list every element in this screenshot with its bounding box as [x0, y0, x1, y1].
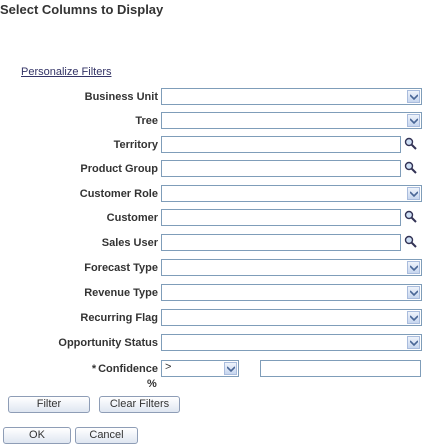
opportunity-status-label: Opportunity Status [58, 337, 158, 349]
percent-unit: % [147, 378, 157, 390]
filter-button[interactable]: Filter [8, 396, 90, 413]
product-group-row: Product Group [0, 160, 440, 177]
territory-row: Territory [0, 136, 440, 153]
chevron-down-icon[interactable] [407, 187, 420, 200]
chevron-down-icon[interactable] [407, 311, 420, 324]
territory-label: Territory [113, 139, 158, 151]
business-unit-label: Business Unit [84, 91, 158, 103]
ok-button[interactable]: OK [3, 427, 71, 444]
lookup-icon[interactable] [404, 161, 418, 175]
chevron-down-icon[interactable] [407, 261, 420, 274]
confidence-value-input[interactable] [260, 360, 421, 377]
lookup-icon[interactable] [404, 235, 418, 249]
confidence-operator-select[interactable]: > [161, 360, 239, 377]
forecast-type-row: Forecast Type [0, 259, 440, 276]
recurring-flag-label: Recurring Flag [80, 312, 158, 324]
customer-role-select[interactable] [161, 185, 422, 202]
clear-filters-button[interactable]: Clear Filters [99, 396, 180, 413]
revenue-type-select[interactable] [161, 284, 422, 301]
revenue-type-label: Revenue Type [84, 287, 158, 299]
page-title: Select Columns to Display [0, 2, 164, 17]
territory-input[interactable] [161, 136, 401, 153]
personalize-filters-link[interactable]: Personalize Filters [21, 66, 111, 78]
confidence-label-text: Confidence [98, 363, 158, 375]
customer-input[interactable] [161, 209, 401, 226]
tree-label: Tree [135, 115, 158, 127]
opportunity-status-select[interactable] [161, 334, 422, 351]
confidence-row: * Confidence > [0, 360, 440, 377]
chevron-down-icon[interactable] [224, 362, 237, 375]
tree-select[interactable] [161, 112, 422, 129]
business-unit-row: Business Unit [0, 88, 440, 105]
business-unit-select[interactable] [161, 88, 422, 105]
sales-user-input[interactable] [161, 234, 401, 251]
lookup-icon[interactable] [404, 137, 418, 151]
required-marker: * [91, 363, 97, 375]
sales-user-label: Sales User [101, 237, 158, 249]
forecast-type-label: Forecast Type [84, 262, 158, 274]
lookup-icon[interactable] [404, 210, 418, 224]
chevron-down-icon[interactable] [407, 286, 420, 299]
confidence-label: * Confidence [92, 363, 158, 375]
chevron-down-icon[interactable] [407, 114, 420, 127]
tree-row: Tree [0, 112, 440, 129]
product-group-label: Product Group [80, 163, 158, 175]
chevron-down-icon[interactable] [407, 336, 420, 349]
product-group-input[interactable] [161, 160, 401, 177]
chevron-down-icon[interactable] [407, 90, 420, 103]
confidence-operator-value: > [165, 361, 172, 373]
revenue-type-row: Revenue Type [0, 284, 440, 301]
forecast-type-select[interactable] [161, 259, 422, 276]
customer-label: Customer [106, 212, 158, 224]
sales-user-row: Sales User [0, 234, 440, 251]
customer-role-label: Customer Role [79, 188, 158, 200]
customer-row: Customer [0, 209, 440, 226]
recurring-flag-row: Recurring Flag [0, 309, 440, 326]
recurring-flag-select[interactable] [161, 309, 422, 326]
opportunity-status-row: Opportunity Status [0, 334, 440, 351]
cancel-button[interactable]: Cancel [75, 427, 138, 444]
customer-role-row: Customer Role [0, 185, 440, 202]
